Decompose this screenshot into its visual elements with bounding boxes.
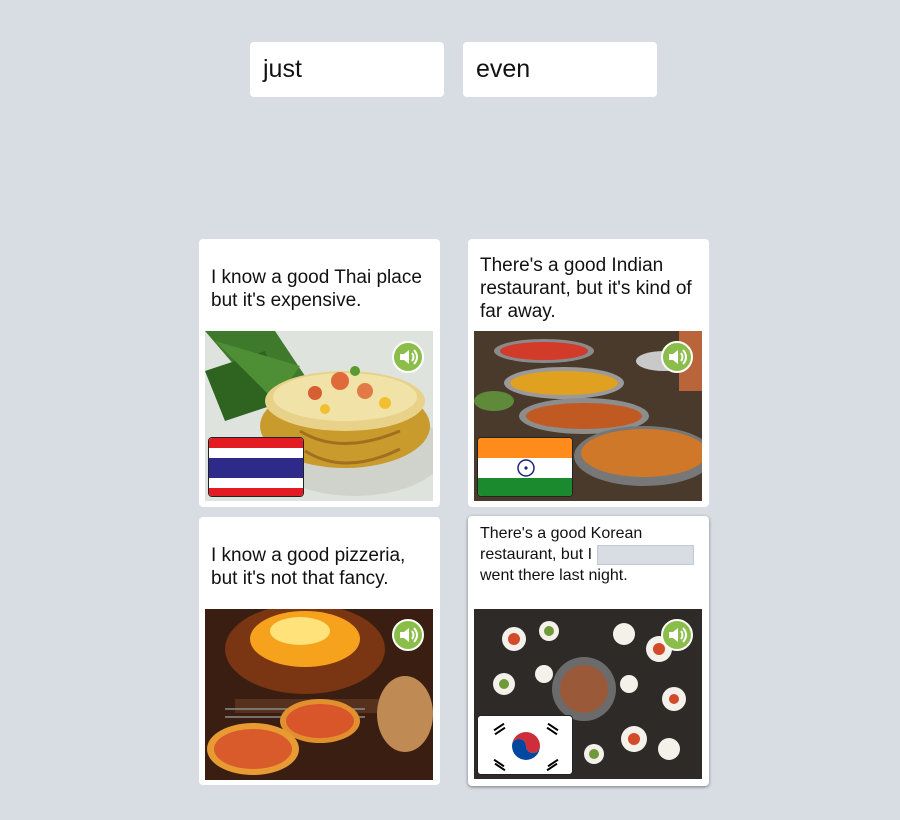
speaker-icon[interactable]	[392, 619, 424, 651]
card-thai: I know a good Thai place but it's expens…	[199, 239, 440, 507]
pizza-image	[205, 609, 433, 780]
word-option-even[interactable]: even	[463, 42, 657, 97]
card-sentence: I know a good pizzeria, but it's not tha…	[211, 545, 406, 589]
thai-food-image	[205, 331, 433, 501]
south-korea-flag-icon	[477, 715, 573, 775]
card-indian: There's a good Indian restaurant, but it…	[468, 239, 709, 507]
word-option-just[interactable]: just	[250, 42, 444, 97]
korean-food-image	[474, 609, 702, 779]
india-flag-icon	[477, 437, 573, 497]
speaker-icon[interactable]	[661, 619, 693, 651]
card-sentence: There's a good Indian restaurant, but it…	[480, 255, 692, 322]
card-korean: There's a good Korean restaurant, but I …	[468, 516, 709, 786]
indian-food-image	[474, 331, 702, 501]
thailand-flag-icon	[208, 437, 304, 497]
speaker-icon[interactable]	[392, 341, 424, 373]
card-sentence: There's a good Korean restaurant, but I …	[480, 523, 701, 586]
card-sentence: I know a good Thai place but it's expens…	[211, 267, 422, 311]
answer-blank[interactable]	[596, 544, 694, 565]
speaker-icon[interactable]	[661, 341, 693, 373]
card-pizzeria: I know a good pizzeria, but it's not tha…	[199, 517, 440, 785]
